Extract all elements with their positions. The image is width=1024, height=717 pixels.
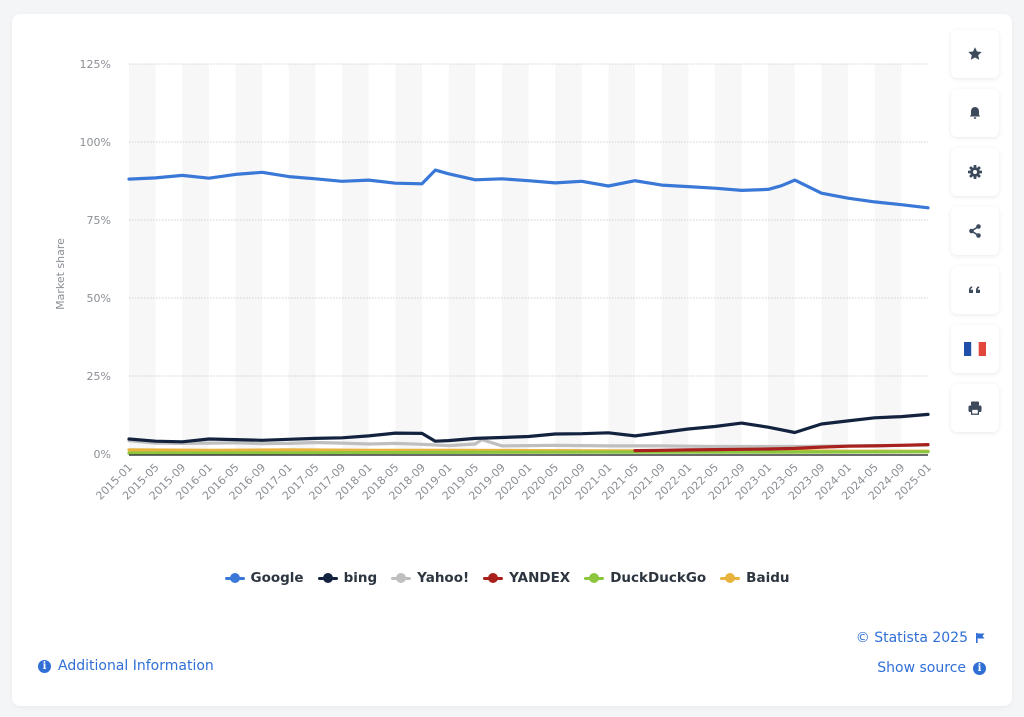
series-line-duckduckgo — [127, 450, 930, 455]
bell-icon — [969, 107, 981, 119]
column-band — [235, 64, 263, 454]
legend-label: bing — [343, 570, 378, 586]
legend-item-bing[interactable]: bing — [317, 570, 378, 586]
show-source-label: Show source — [877, 660, 966, 676]
legend-marker-icon — [317, 573, 338, 583]
copyright-label: © Statista 2025 — [855, 630, 968, 646]
column-band — [448, 64, 476, 454]
gear-icon — [968, 165, 982, 179]
column-band — [342, 64, 369, 454]
print-button[interactable] — [951, 384, 999, 432]
y-tick-label: 75% — [87, 214, 111, 227]
legend-item-google[interactable]: Google — [224, 570, 304, 586]
legend-marker-icon — [483, 573, 504, 583]
column-band — [608, 64, 636, 454]
additional-information-link[interactable]: i Additional Information — [38, 658, 214, 674]
column-band — [821, 64, 849, 454]
chart-card: 0% 25% 50% 75% 100% 125% Market share 2015-01 20… — [12, 14, 1012, 706]
info-icon: i — [38, 659, 51, 673]
column-band — [182, 64, 209, 454]
legend-marker-icon — [224, 573, 245, 583]
star-icon — [968, 47, 982, 60]
legend-marker-icon — [584, 573, 605, 583]
column-band — [661, 64, 689, 454]
legend-item-duckduckgo[interactable]: DuckDuckGo — [584, 570, 706, 586]
chart-legend: Google bing Yahoo! YANDEX DuckDuckGo Baidu — [12, 570, 1002, 586]
settings-button[interactable] — [951, 148, 999, 196]
line-chart: 0%25%50%75%100%125%Market share2015-0120… — [54, 58, 934, 503]
legend-label: Google — [250, 570, 304, 586]
favorite-button[interactable] — [951, 30, 999, 78]
column-band — [714, 64, 742, 454]
share-icon — [969, 224, 981, 238]
language-button[interactable] — [951, 325, 999, 373]
legend-marker-icon — [391, 573, 412, 583]
show-source-link[interactable]: Show source i — [877, 660, 986, 676]
flag-icon — [976, 633, 985, 643]
y-tick-label: 0% — [94, 448, 111, 461]
legend-item-yandex[interactable]: YANDEX — [483, 570, 570, 586]
y-tick-label: 50% — [87, 292, 111, 305]
notification-button[interactable] — [951, 89, 999, 137]
statista-copyright-link[interactable]: © Statista 2025 — [856, 630, 986, 646]
french-flag-icon — [964, 342, 986, 356]
legend-label: YANDEX — [509, 570, 571, 586]
legend-marker-icon — [720, 573, 741, 583]
quote-icon — [969, 286, 980, 293]
info-icon: i — [973, 661, 986, 675]
legend-item-baidu[interactable]: Baidu — [720, 570, 789, 586]
y-tick-label: 100% — [80, 136, 111, 149]
y-axis-title: Market share — [54, 238, 67, 310]
additional-information-label: Additional Information — [58, 658, 214, 674]
column-band — [129, 64, 156, 454]
cite-button[interactable] — [951, 266, 999, 314]
legend-item-yahoo[interactable]: Yahoo! — [391, 570, 469, 586]
legend-label: Yahoo! — [417, 570, 470, 586]
y-tick-label: 125% — [80, 58, 111, 71]
column-band — [395, 64, 422, 454]
column-band — [874, 64, 902, 454]
legend-label: Baidu — [746, 570, 790, 586]
column-band — [288, 64, 316, 454]
column-band — [555, 64, 582, 454]
column-band — [768, 64, 795, 454]
share-button[interactable] — [951, 207, 999, 255]
legend-label: DuckDuckGo — [610, 570, 707, 586]
y-tick-label: 25% — [87, 370, 111, 383]
printer-icon — [968, 401, 982, 415]
column-band — [501, 64, 529, 454]
